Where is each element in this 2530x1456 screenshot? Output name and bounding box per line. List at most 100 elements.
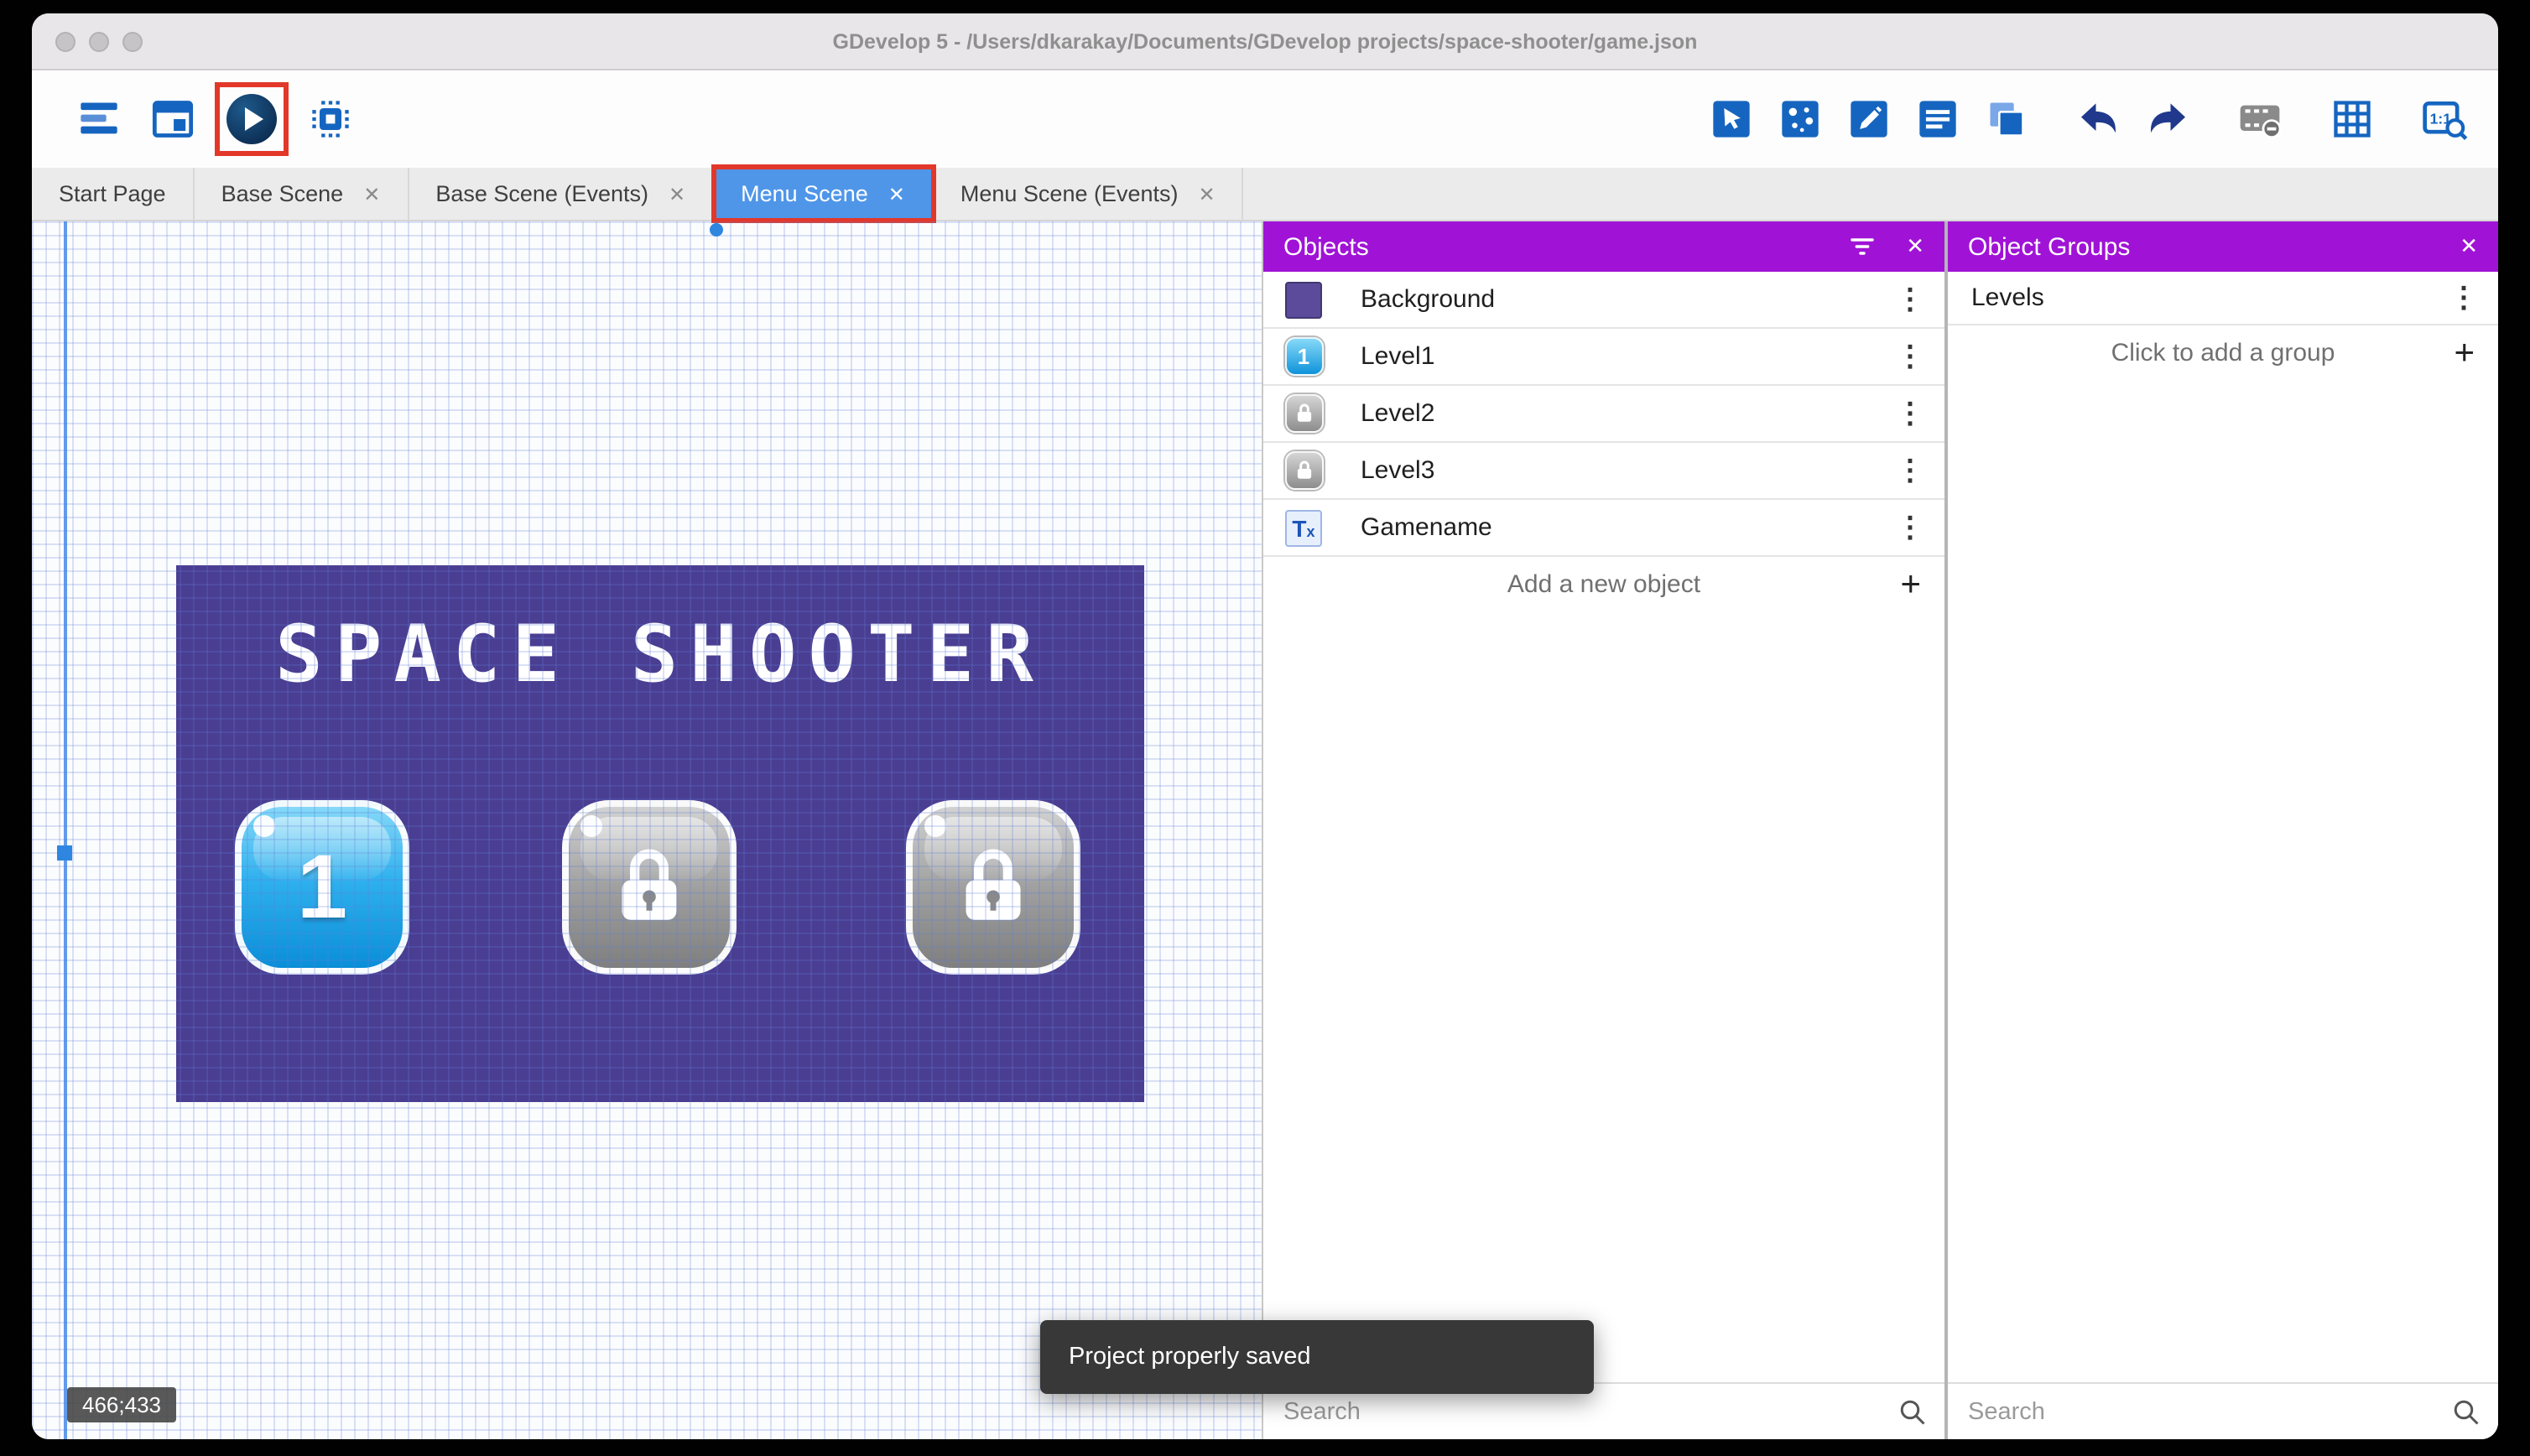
search-icon[interactable] [1898,1396,1928,1427]
close-icon[interactable]: ✕ [888,182,905,205]
minimize-window-button[interactable] [89,31,109,51]
tab-base-scene[interactable]: Base Scene ✕ [195,168,409,220]
toolbar: 1:1 [32,70,2498,168]
traffic-lights [55,31,143,51]
groups-search-bar [1948,1382,2498,1439]
window-mask-icon[interactable] [2236,96,2283,143]
tab-bar: Start Page Base Scene ✕ Base Scene (Even… [32,164,2498,223]
tab-label: Base Scene [221,181,344,206]
add-object-label: Add a new object [1507,570,1701,599]
level1-button-icon: 1 [1283,336,1324,377]
background-swatch-icon [1283,279,1324,320]
close-icon[interactable]: ✕ [669,182,685,205]
tab-base-scene-events[interactable]: Base Scene (Events) ✕ [409,168,715,220]
tab-label: Menu Scene (Events) [960,181,1179,206]
object-name: Level3 [1361,456,1435,485]
lock-icon [966,849,1021,920]
select-tool-icon[interactable] [1708,96,1755,143]
debugger-icon[interactable] [307,96,354,143]
pencil-tool-icon[interactable] [1845,96,1892,143]
main-area: SPACE SHOOTER 1 466;433 Objects ✕ Backgr… [32,221,2498,1439]
gdevelop-window: GDevelop 5 - /Users/dkarakay/Documents/G… [32,13,2498,1439]
level1-button-instance[interactable]: 1 [235,800,409,975]
grid-icon[interactable] [2329,96,2376,143]
cursor-coordinates: 466;433 [67,1387,176,1422]
objects-panel-title: Objects [1283,232,1369,261]
object-row-gamename[interactable]: Tx Gamename ⋮ [1263,500,1944,557]
undo-icon[interactable] [2075,96,2122,143]
locked-button-icon [1283,393,1324,434]
text-object-icon: Tx [1283,507,1324,548]
zoom-window-button[interactable] [122,31,143,51]
sparkle-decoration [924,815,946,837]
add-group-plus-icon[interactable]: + [2454,325,2475,381]
play-icon [226,94,277,144]
tab-label: Base Scene (Events) [435,181,648,206]
sparkle-decoration [580,815,602,837]
tab-label: Menu Scene [741,181,868,206]
redo-icon[interactable] [2144,96,2191,143]
object-groups-panel-title: Object Groups [1968,232,2131,261]
scenes-icon[interactable] [149,96,196,143]
particles-tool-icon[interactable] [1777,96,1824,143]
play-button[interactable] [215,82,289,156]
object-row-background[interactable]: Background ⋮ [1263,272,1944,329]
add-group-row[interactable]: Click to add a group + [1948,325,2498,381]
selection-handle[interactable] [710,223,723,237]
object-row-level2[interactable]: Level2 ⋮ [1263,386,1944,443]
objects-search-input[interactable] [1263,1396,1898,1427]
selection-handle[interactable] [57,845,72,861]
object-menu-icon[interactable]: ⋮ [1876,397,1944,430]
add-object-plus-icon[interactable]: + [1900,557,1921,612]
scene-canvas[interactable]: SPACE SHOOTER 1 466;433 [32,221,1262,1439]
close-icon[interactable]: ✕ [1199,182,1216,205]
object-name: Gamename [1361,513,1492,542]
tab-start-page[interactable]: Start Page [32,168,195,220]
game-preview[interactable]: SPACE SHOOTER 1 [176,565,1144,1102]
window-title: GDevelop 5 - /Users/dkarakay/Documents/G… [832,29,1698,53]
object-groups-panel-header: Object Groups ✕ [1948,221,2498,272]
group-menu-icon[interactable]: ⋮ [2429,281,2498,315]
object-groups-panel: Object Groups ✕ Levels ⋮ Click to add a … [1944,221,2498,1439]
object-row-level3[interactable]: Level3 ⋮ [1263,443,1944,500]
object-name: Background [1361,285,1496,314]
selection-boundary-line [64,221,67,1439]
group-name: Levels [1971,283,2044,312]
tab-label: Start Page [59,181,166,206]
locked-button-icon [1283,450,1324,491]
filter-icon[interactable] [1849,233,1876,260]
level-number: 1 [296,837,348,938]
search-icon[interactable] [2451,1396,2481,1427]
groups-panel-spacer [1948,381,2498,1382]
tab-menu-scene-events[interactable]: Menu Scene (Events) ✕ [934,168,1244,220]
object-name: Level2 [1361,399,1435,428]
object-menu-icon[interactable]: ⋮ [1876,283,1944,316]
object-menu-icon[interactable]: ⋮ [1876,511,1944,544]
tab-menu-scene[interactable]: Menu Scene ✕ [711,164,937,223]
layers-icon[interactable] [1983,96,2030,143]
titlebar: GDevelop 5 - /Users/dkarakay/Documents/G… [32,13,2498,70]
project-manager-icon[interactable] [75,96,122,143]
level2-button-instance[interactable] [562,800,737,975]
objects-panel-spacer [1263,612,1944,1382]
lock-icon [622,849,677,920]
groups-search-input[interactable] [1948,1396,2451,1427]
add-object-row[interactable]: Add a new object + [1263,557,1944,612]
close-panel-icon[interactable]: ✕ [1906,233,1924,260]
object-row-level1[interactable]: 1 Level1 ⋮ [1263,329,1944,386]
objects-panel: Objects ✕ Background ⋮ 1 Level1 ⋮ Level2… [1262,221,1944,1439]
toolbar-left [75,82,354,156]
close-panel-icon[interactable]: ✕ [2460,233,2478,260]
close-window-button[interactable] [55,31,75,51]
level3-button-instance[interactable] [906,800,1080,975]
group-row-levels[interactable]: Levels ⋮ [1948,272,2498,325]
instances-list-icon[interactable] [1914,96,1961,143]
add-group-label: Click to add a group [2111,339,2335,367]
zoom-1-1-icon[interactable]: 1:1 [2421,96,2468,143]
game-title-text[interactable]: SPACE SHOOTER [176,609,1144,701]
toast-message: Project properly saved [1069,1344,1311,1370]
close-icon[interactable]: ✕ [363,182,380,205]
object-menu-icon[interactable]: ⋮ [1876,454,1944,487]
object-menu-icon[interactable]: ⋮ [1876,340,1944,373]
toolbar-right: 1:1 [1708,96,2468,143]
